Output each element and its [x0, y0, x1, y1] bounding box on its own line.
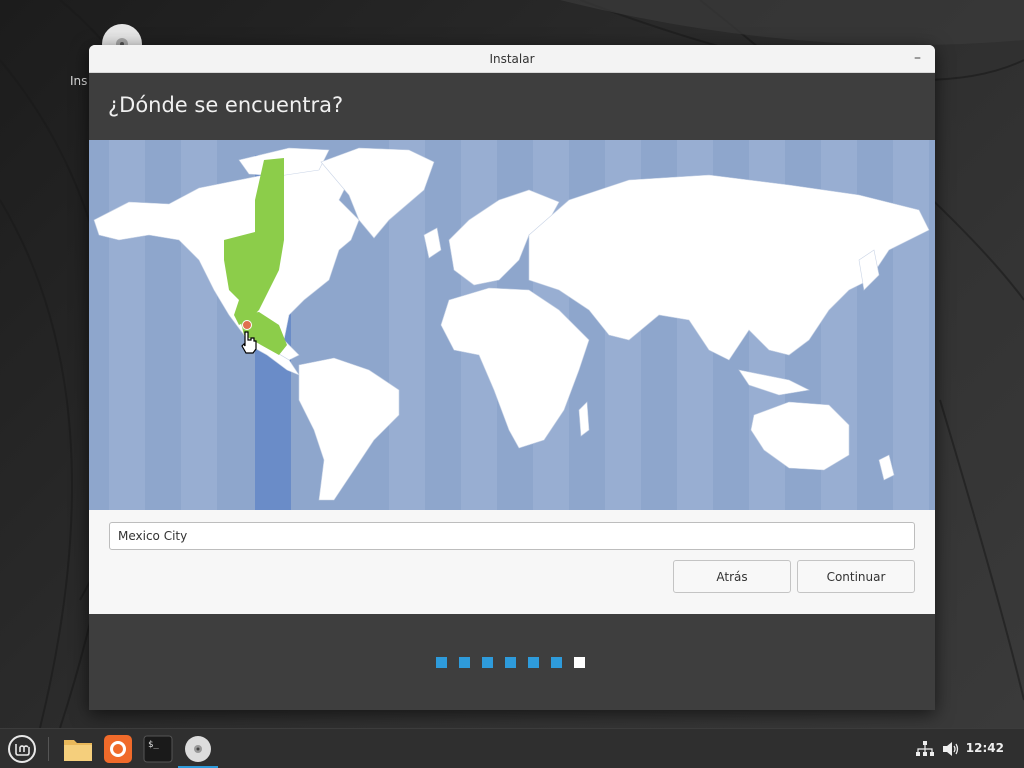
- progress-indicator: [436, 657, 585, 668]
- taskbar-separator: [48, 737, 49, 761]
- desktop-icon-label: Ins: [70, 74, 88, 88]
- progress-step: [505, 657, 516, 668]
- taskbar: $_ 12:42: [0, 728, 1024, 768]
- minimize-button[interactable]: –: [914, 50, 921, 66]
- volume-icon[interactable]: [942, 741, 960, 757]
- clock[interactable]: 12:42: [966, 741, 1004, 755]
- page-heading: ¿Dónde se encuentra?: [89, 73, 935, 140]
- files-icon[interactable]: [62, 733, 94, 765]
- progress-step: [459, 657, 470, 668]
- terminal-icon[interactable]: $_: [142, 733, 174, 765]
- progress-step: [436, 657, 447, 668]
- mint-menu-icon[interactable]: [6, 733, 38, 765]
- timezone-map[interactable]: [89, 140, 935, 510]
- progress-step: [551, 657, 562, 668]
- world-map-svg: [93, 140, 930, 510]
- progress-footer: [89, 614, 935, 710]
- installer-window: Instalar – ¿Dónde se encuentra? Mexico C…: [89, 45, 935, 710]
- location-pin-icon[interactable]: [242, 320, 252, 330]
- firefox-icon[interactable]: [102, 733, 134, 765]
- progress-step-current: [574, 657, 585, 668]
- progress-step: [482, 657, 493, 668]
- content-area: Atrás Continuar: [89, 510, 935, 614]
- svg-text:$_: $_: [148, 740, 159, 750]
- window-title: Instalar: [489, 51, 535, 66]
- timezone-input[interactable]: [109, 522, 915, 550]
- back-button[interactable]: Atrás: [673, 560, 791, 593]
- window-titlebar[interactable]: Instalar –: [89, 45, 935, 73]
- network-icon[interactable]: [916, 741, 934, 757]
- installer-disc-icon[interactable]: [178, 733, 218, 768]
- continue-button[interactable]: Continuar: [797, 560, 915, 593]
- progress-step: [528, 657, 539, 668]
